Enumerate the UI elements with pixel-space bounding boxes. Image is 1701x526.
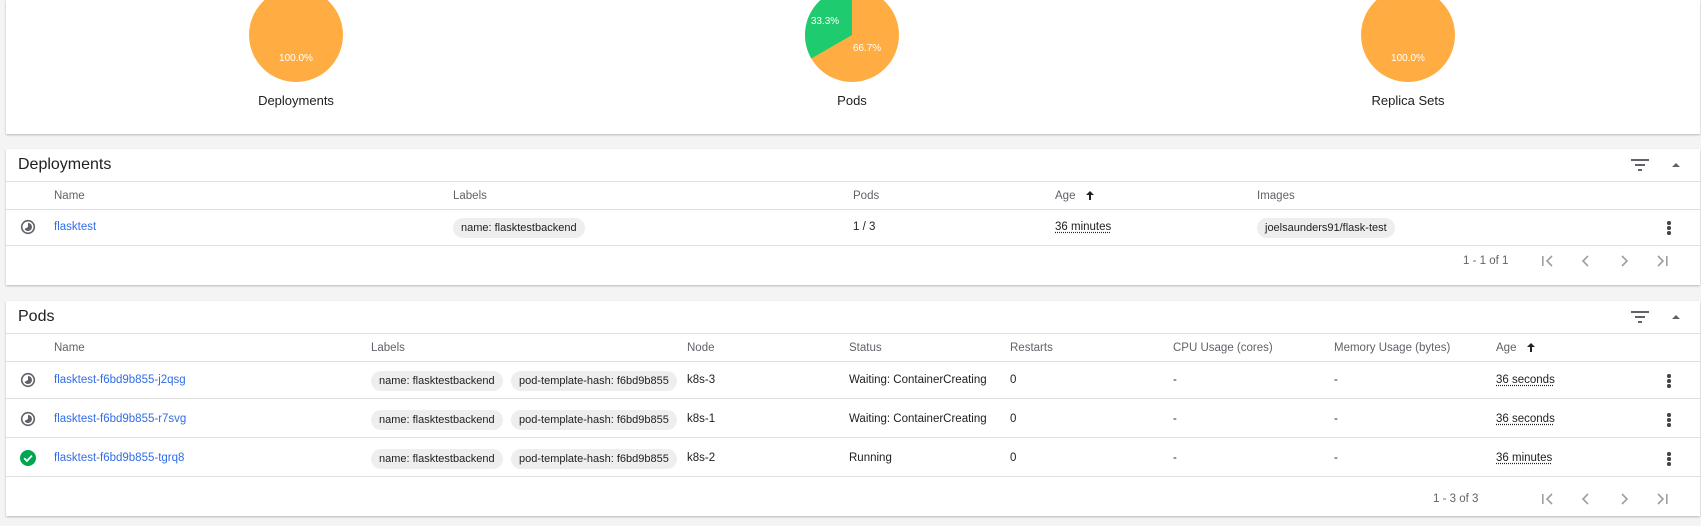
pods-card-title: Pods [18,308,55,325]
column-header-images: Images [1257,190,1295,202]
label-chip: pod-template-hash: f6bd9b855 [511,410,677,430]
age-value: 36 minutes [1055,221,1112,233]
pod-name-link[interactable]: flasktest-f6bd9b855-tgrq8 [54,452,184,464]
deployments-pie-title: Deployments [258,93,334,108]
column-header-cpu: CPU Usage (cores) [1173,342,1273,354]
pods-pie-block: 33.3% 66.7% Pods [752,0,952,108]
pending-status-icon [20,372,36,388]
deployments-card: Deployments Name Labels Pods Age Images … [6,149,1700,285]
image-chip: joelsaunders91/flask-test [1257,218,1395,238]
replica-sets-pie-block: 100.0% Replica Sets [1308,0,1508,108]
divider [6,333,1700,334]
restarts-value: 0 [1010,374,1017,386]
label-chip: name: flasktestbackend [453,218,585,238]
column-header-node[interactable]: Node [687,342,715,354]
column-header-labels: Labels [371,342,405,354]
deployments-card-title: Deployments [18,156,112,173]
previous-page-icon[interactable] [1577,253,1595,269]
pending-status-icon [20,219,36,235]
memory-value: - [1334,374,1338,386]
deployments-pie: 100.0% [249,0,343,82]
divider [6,476,1700,477]
deployments-pie-block: 100.0% Deployments [196,0,396,108]
age-value: 36 minutes [1496,452,1553,464]
column-header-status[interactable]: Status [849,342,882,354]
node-value: k8s-2 [687,452,716,464]
pods-pie-label-running: 33.3% [811,16,839,27]
more-vert-icon[interactable] [1665,374,1673,390]
memory-value: - [1334,452,1338,464]
pods-pie: 33.3% 66.7% [805,0,899,82]
deployment-name-link[interactable]: flasktest [54,221,96,233]
label-chip: pod-template-hash: f6bd9b855 [511,371,677,391]
filter-icon[interactable] [1630,309,1650,325]
collapse-icon[interactable] [1666,309,1686,325]
cpu-value: - [1173,452,1177,464]
pagination-range: 1 - 1 of 1 [1463,255,1509,267]
column-header-age[interactable]: Age [1496,342,1536,354]
replica-sets-pie-label: 100.0% [1391,53,1425,64]
restarts-value: 0 [1010,413,1017,425]
status-value: Waiting: ContainerCreating [849,374,987,386]
replica-sets-pie: 100.0% [1361,0,1455,82]
filter-icon[interactable] [1630,157,1650,173]
label-chip: pod-template-hash: f6bd9b855 [511,449,677,469]
restarts-value: 0 [1010,452,1017,464]
more-vert-icon[interactable] [1665,221,1673,237]
age-value: 36 seconds [1496,413,1555,425]
age-value: 36 seconds [1496,374,1555,386]
pagination-range: 1 - 3 of 3 [1433,493,1479,505]
column-header-restarts[interactable]: Restarts [1010,342,1053,354]
column-header-memory: Memory Usage (bytes) [1334,342,1451,354]
divider [6,209,1700,210]
divider [6,245,1700,246]
column-header-age[interactable]: Age [1055,190,1095,202]
column-header-pods: Pods [853,190,880,202]
last-page-icon[interactable] [1653,491,1671,507]
pods-pie-title: Pods [837,93,867,108]
column-header-name[interactable]: Name [54,342,85,354]
pod-name-link[interactable]: flasktest-f6bd9b855-j2qsg [54,374,186,386]
sort-ascending-icon[interactable] [1085,190,1095,201]
previous-page-icon[interactable] [1577,491,1595,507]
label-chip: name: flasktestbackend [371,410,503,430]
replica-sets-pie-slice-pending [1361,0,1455,82]
cpu-value: - [1173,374,1177,386]
more-vert-icon[interactable] [1665,413,1673,429]
cpu-value: - [1173,413,1177,425]
check-circle-icon [20,450,36,466]
more-vert-icon[interactable] [1665,452,1673,468]
pending-status-icon [20,411,36,427]
label-chip: name: flasktestbackend [371,449,503,469]
divider [6,181,1700,182]
column-header-age-label: Age [1496,342,1517,354]
next-page-icon[interactable] [1615,253,1633,269]
label-chip: name: flasktestbackend [371,371,503,391]
node-value: k8s-3 [687,374,716,386]
pod-name-link[interactable]: flasktest-f6bd9b855-r7svg [54,413,186,425]
deployments-pie-label: 100.0% [279,53,313,64]
divider [6,398,1700,399]
pods-pie-label-pending: 66.7% [853,43,881,54]
workloads-summary-card: 100.0% Deployments 33.3% 66.7% Pods 100.… [6,0,1700,134]
collapse-icon[interactable] [1666,157,1686,173]
memory-value: - [1334,413,1338,425]
first-page-icon[interactable] [1539,491,1557,507]
sort-ascending-icon[interactable] [1526,342,1536,353]
pods-card: Pods Name Labels Node Status Restarts CP… [6,301,1700,516]
column-header-name[interactable]: Name [54,190,85,202]
divider [6,437,1700,438]
status-value: Waiting: ContainerCreating [849,413,987,425]
first-page-icon[interactable] [1539,253,1557,269]
status-value: Running [849,452,892,464]
last-page-icon[interactable] [1653,253,1671,269]
pods-count: 1 / 3 [853,221,876,233]
node-value: k8s-1 [687,413,716,425]
column-header-age-label: Age [1055,190,1076,202]
next-page-icon[interactable] [1615,491,1633,507]
column-header-labels: Labels [453,190,487,202]
divider [6,361,1700,362]
replica-sets-pie-title: Replica Sets [1371,93,1445,108]
deployments-pie-slice-pending [249,0,343,82]
